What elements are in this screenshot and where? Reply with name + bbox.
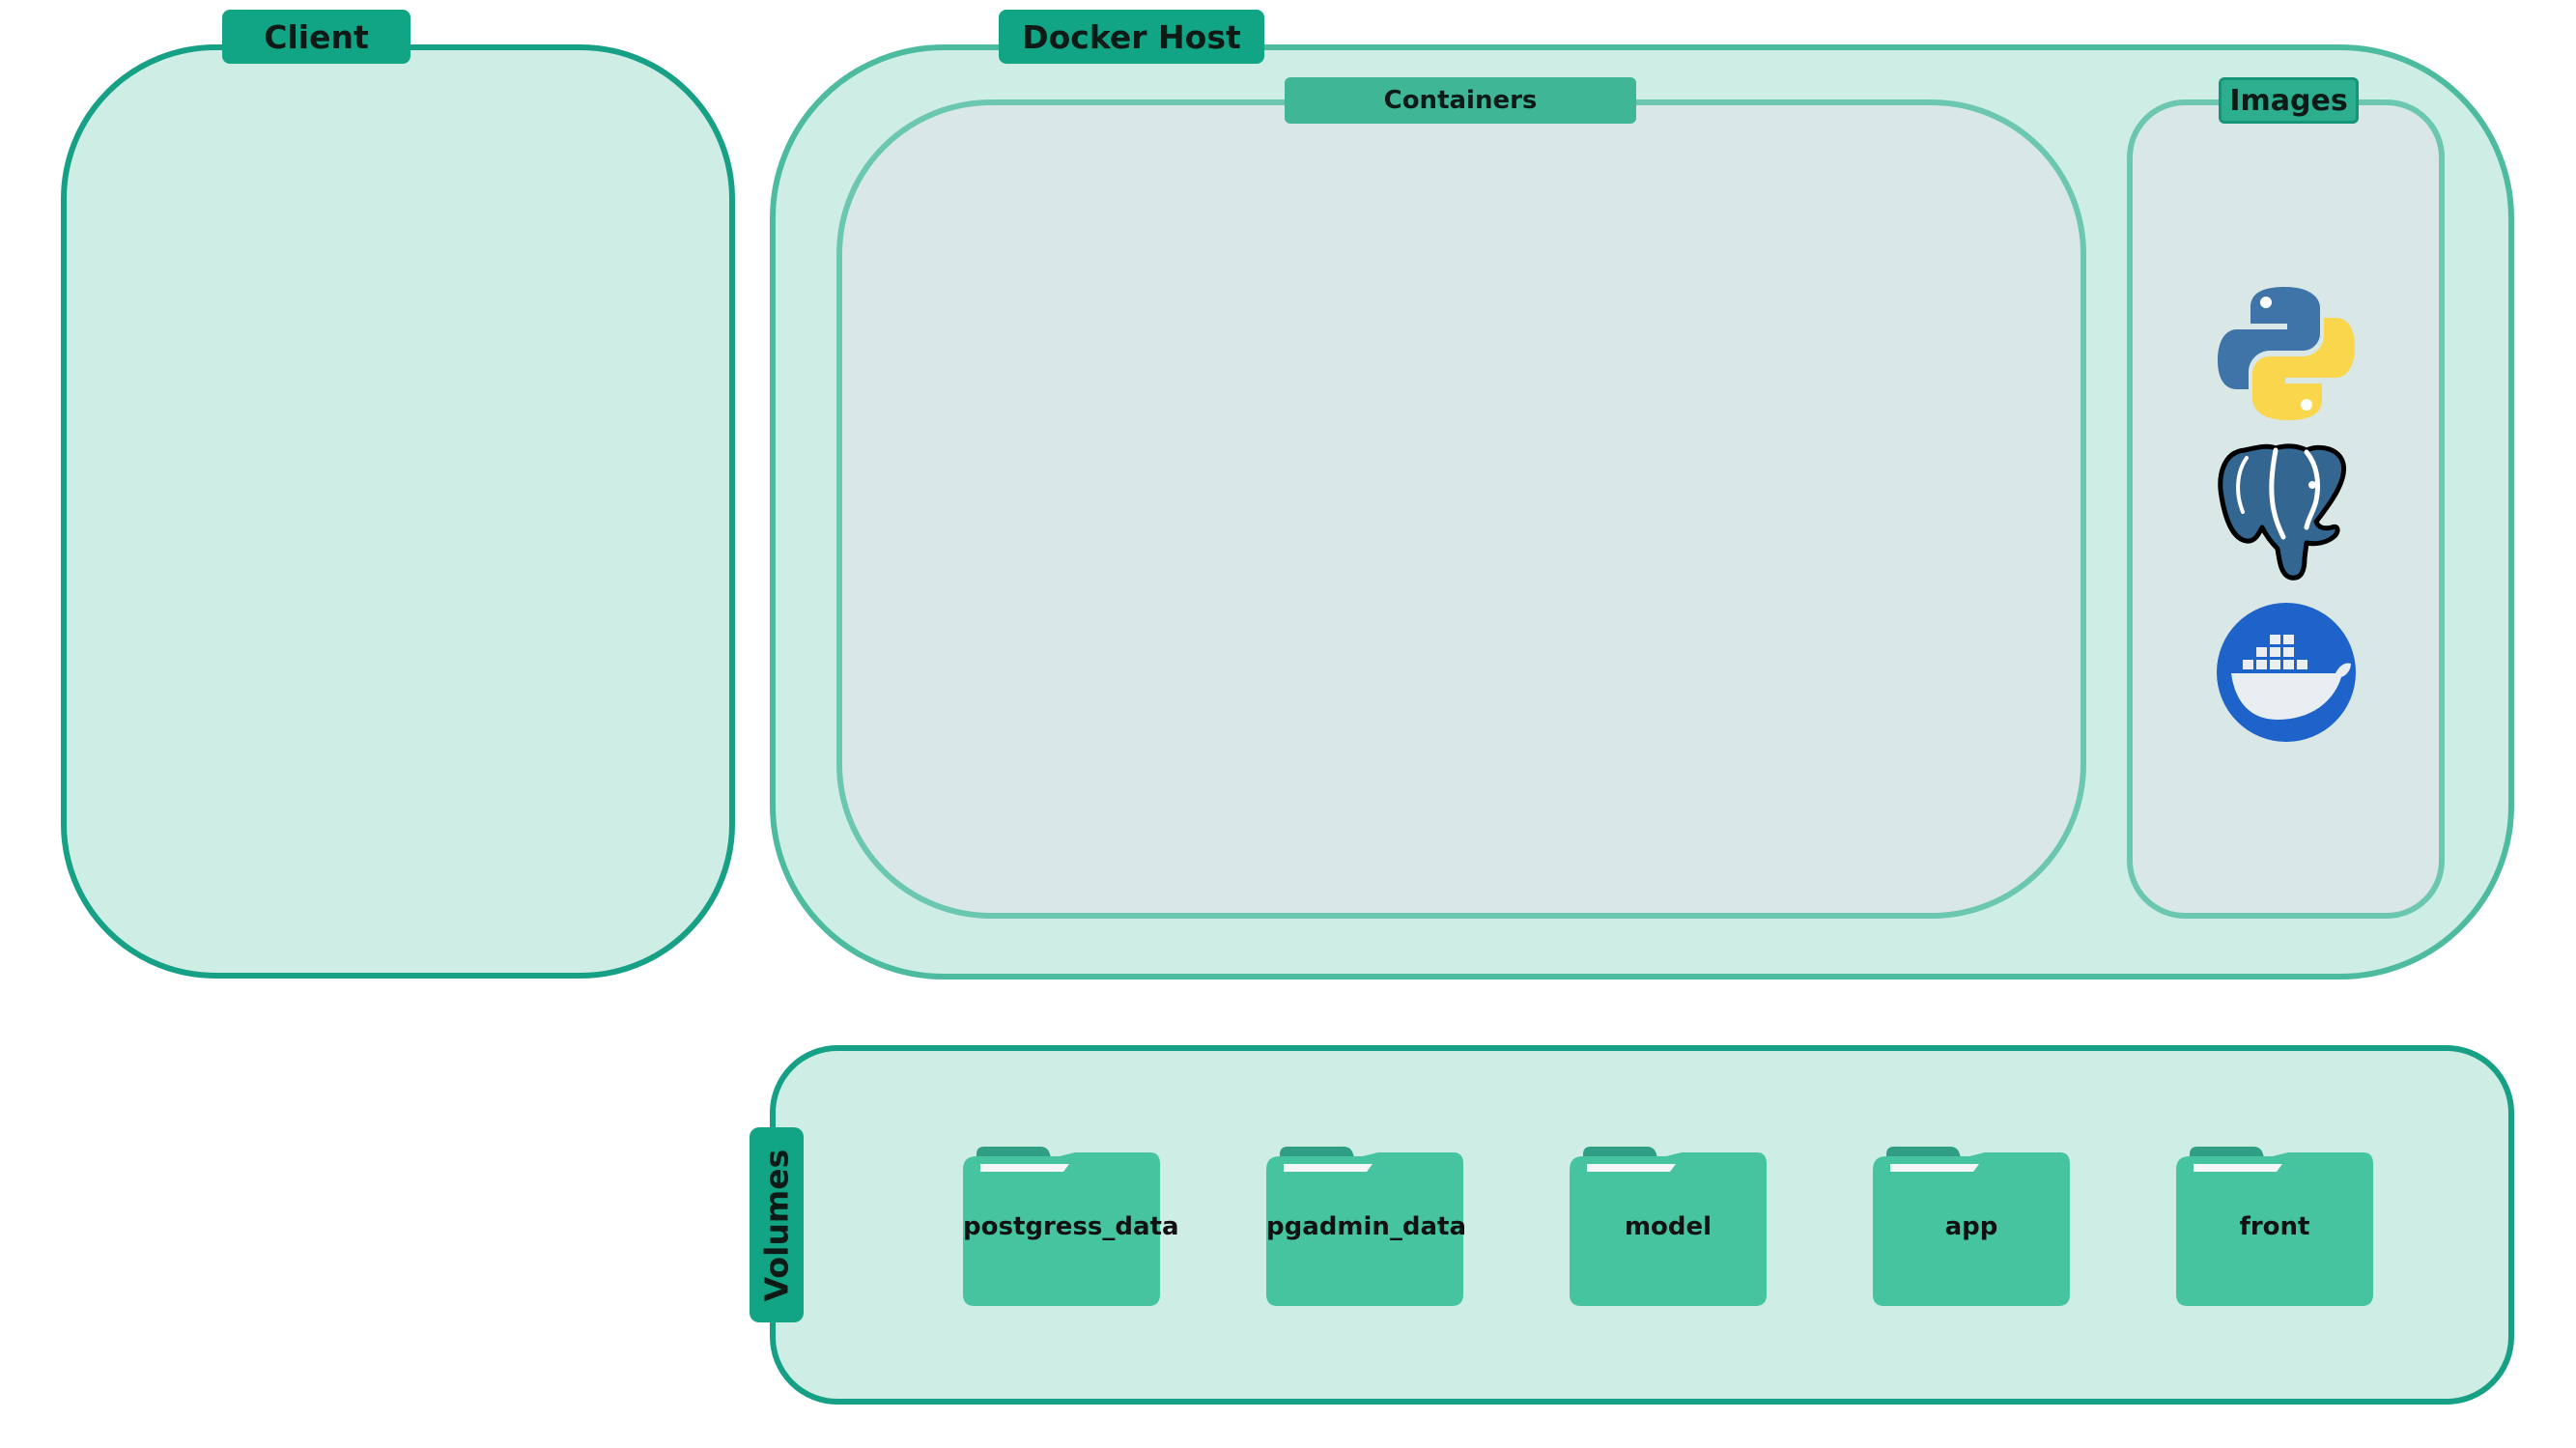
docker-logo-icon [2216, 602, 2357, 743]
folder-postgress-data[interactable]: postgress_data [963, 1147, 1179, 1306]
folder-label: postgress_data [963, 1212, 1179, 1241]
client-label: Client [222, 10, 410, 64]
docker-host-label: Docker Host [999, 10, 1264, 64]
client-panel [61, 44, 735, 979]
python-logo-icon [2216, 283, 2357, 424]
folder-label: model [1624, 1212, 1713, 1241]
images-label: Images [2219, 77, 2359, 124]
volumes-label: Volumes [750, 1127, 804, 1322]
folder-pgadmin-data[interactable]: pgadmin_data [1266, 1147, 1467, 1306]
folder-label: app [1944, 1212, 1998, 1241]
folder-model[interactable]: model [1570, 1147, 1767, 1306]
containers-label: Containers [1285, 77, 1636, 124]
folder-label: front [2239, 1212, 2310, 1241]
folder-label: pgadmin_data [1266, 1212, 1467, 1241]
containers-panel [836, 99, 2086, 919]
folder-front[interactable]: front [2176, 1147, 2373, 1306]
postgresql-logo-icon [2216, 442, 2357, 583]
folder-app[interactable]: app [1873, 1147, 2070, 1306]
